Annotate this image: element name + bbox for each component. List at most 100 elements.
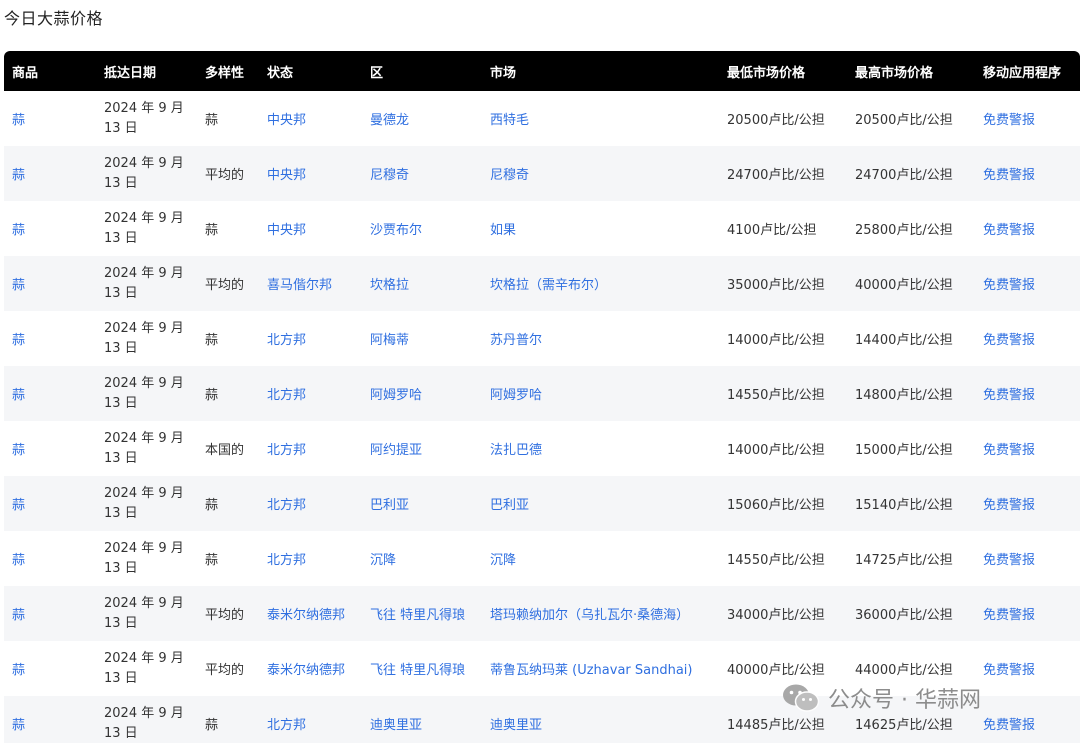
cell-variety: 蒜 (205, 388, 219, 403)
cell-arrival-date: 2024 年 9 月 13 日 (104, 485, 184, 521)
cell-commodity[interactable]: 蒜 (4, 311, 96, 366)
table-row: 蒜 2024 年 9 月 13 日蒜中央邦 曼德龙 西特毛 20500卢比/公担 2050… (4, 91, 1080, 146)
cell-min-price: 15060卢比/公担 (727, 498, 825, 513)
cell-market[interactable]: 法扎巴德 (482, 421, 719, 476)
cell-variety: 蒜 (205, 498, 219, 513)
cell-state[interactable]: 北方邦 (259, 531, 362, 586)
cell-variety: 蒜 (205, 553, 219, 568)
free-alert-link[interactable]: 免费警报 (975, 366, 1080, 421)
cell-min-price: 20500卢比/公担 (727, 113, 825, 128)
cell-min-price: 35000卢比/公担 (727, 278, 825, 293)
free-alert-link[interactable]: 免费警报 (975, 201, 1080, 256)
cell-commodity[interactable]: 蒜 (4, 91, 96, 146)
cell-market[interactable]: 巴利亚 (482, 476, 719, 531)
cell-state[interactable]: 北方邦 (259, 421, 362, 476)
cell-max-price: 36000卢比/公担 (855, 608, 953, 623)
cell-min-price: 14550卢比/公担 (727, 388, 825, 403)
cell-market[interactable]: 苏丹普尔 (482, 311, 719, 366)
cell-arrival-date: 2024 年 9 月 13 日 (104, 265, 184, 301)
cell-district[interactable]: 阿姆罗哈 (362, 366, 482, 421)
cell-state[interactable]: 喜马偕尔邦 (259, 256, 362, 311)
cell-state[interactable]: 中央邦 (259, 201, 362, 256)
cell-variety: 蒜 (205, 223, 219, 238)
cell-market[interactable]: 迪奥里亚 (482, 696, 719, 743)
cell-state[interactable]: 泰米尔纳德邦 (259, 641, 362, 696)
cell-commodity[interactable]: 蒜 (4, 586, 96, 641)
free-alert-link[interactable]: 免费警报 (975, 476, 1080, 531)
column-header-state: 状态 (267, 65, 294, 81)
cell-min-price: 14485卢比/公担 (727, 718, 825, 733)
cell-commodity[interactable]: 蒜 (4, 256, 96, 311)
cell-variety: 平均的 (205, 168, 245, 183)
free-alert-link[interactable]: 免费警报 (975, 531, 1080, 586)
cell-district[interactable]: 阿约提亚 (362, 421, 482, 476)
cell-arrival-date: 2024 年 9 月 13 日 (104, 540, 184, 576)
cell-arrival-date: 2024 年 9 月 13 日 (104, 375, 184, 411)
cell-commodity[interactable]: 蒜 (4, 421, 96, 476)
cell-arrival-date: 2024 年 9 月 13 日 (104, 320, 184, 356)
cell-arrival-date: 2024 年 9 月 13 日 (104, 155, 184, 191)
table-row: 蒜 2024 年 9 月 13 日蒜中央邦 沙贾布尔 如果 4100卢比/公担 25800… (4, 201, 1080, 256)
cell-market[interactable]: 西特毛 (482, 91, 719, 146)
cell-district[interactable]: 沉降 (362, 531, 482, 586)
free-alert-link[interactable]: 免费警报 (975, 641, 1080, 696)
cell-commodity[interactable]: 蒜 (4, 531, 96, 586)
cell-state[interactable]: 泰米尔纳德邦 (259, 586, 362, 641)
table-header-row: 商品 抵达日期 多样性 状态 区 市场 最低市场价格 最高市场价格 移动应用程序 (4, 51, 1080, 91)
cell-state[interactable]: 中央邦 (259, 146, 362, 201)
cell-market[interactable]: 阿姆罗哈 (482, 366, 719, 421)
cell-variety: 蒜 (205, 113, 219, 128)
cell-arrival-date: 2024 年 9 月 13 日 (104, 595, 184, 631)
cell-market[interactable]: 沉降 (482, 531, 719, 586)
cell-commodity[interactable]: 蒜 (4, 476, 96, 531)
cell-market[interactable]: 塔玛赖纳加尔（乌扎瓦尔·桑德海） (482, 586, 719, 641)
free-alert-link[interactable]: 免费警报 (975, 311, 1080, 366)
cell-state[interactable]: 北方邦 (259, 696, 362, 743)
free-alert-link[interactable]: 免费警报 (975, 421, 1080, 476)
cell-market[interactable]: 坎格拉（需辛布尔） (482, 256, 719, 311)
cell-max-price: 14625卢比/公担 (855, 718, 953, 733)
cell-commodity[interactable]: 蒜 (4, 696, 96, 743)
table-row: 蒜 2024 年 9 月 13 日 本国的 北方邦 阿约提亚 法扎巴德 14000卢比/公担… (4, 421, 1080, 476)
cell-district[interactable]: 阿梅蒂 (362, 311, 482, 366)
cell-commodity[interactable]: 蒜 (4, 201, 96, 256)
cell-district[interactable]: 飞往 特里凡得琅 (362, 586, 482, 641)
cell-market[interactable]: 尼穆奇 (482, 146, 719, 201)
free-alert-link[interactable]: 免费警报 (975, 696, 1080, 743)
cell-district[interactable]: 曼德龙 (362, 91, 482, 146)
table-row: 蒜 2024 年 9 月 13 日蒜北方邦 沉降 沉降 14550卢比/公担 14725卢… (4, 531, 1080, 586)
cell-commodity[interactable]: 蒜 (4, 366, 96, 421)
cell-arrival-date: 2024 年 9 月 13 日 (104, 430, 184, 466)
cell-district[interactable]: 坎格拉 (362, 256, 482, 311)
cell-district[interactable]: 沙贾布尔 (362, 201, 482, 256)
cell-max-price: 14800卢比/公担 (855, 388, 953, 403)
cell-state[interactable]: 北方邦 (259, 366, 362, 421)
column-header-mobile-app: 移动应用程序 (983, 65, 1062, 81)
column-header-min-price: 最低市场价格 (727, 65, 806, 81)
cell-market[interactable]: 如果 (482, 201, 719, 256)
cell-arrival-date: 2024 年 9 月 13 日 (104, 650, 184, 686)
cell-commodity[interactable]: 蒜 (4, 146, 96, 201)
free-alert-link[interactable]: 免费警报 (975, 146, 1080, 201)
cell-variety: 平均的 (205, 663, 245, 678)
cell-arrival-date: 2024 年 9 月 13 日 (104, 100, 184, 136)
cell-commodity[interactable]: 蒜 (4, 641, 96, 696)
cell-district[interactable]: 迪奥里亚 (362, 696, 482, 743)
cell-state[interactable]: 中央邦 (259, 91, 362, 146)
cell-arrival-date: 2024 年 9 月 13 日 (104, 210, 184, 246)
cell-district[interactable]: 尼穆奇 (362, 146, 482, 201)
free-alert-link[interactable]: 免费警报 (975, 586, 1080, 641)
cell-variety: 蒜 (205, 718, 219, 733)
cell-market[interactable]: 蒂鲁瓦纳玛莱 (Uzhavar Sandhai) (482, 641, 719, 696)
cell-state[interactable]: 北方邦 (259, 476, 362, 531)
cell-variety: 蒜 (205, 333, 219, 348)
free-alert-link[interactable]: 免费警报 (975, 256, 1080, 311)
free-alert-link[interactable]: 免费警报 (975, 91, 1080, 146)
cell-district[interactable]: 飞往 特里凡得琅 (362, 641, 482, 696)
cell-max-price: 15140卢比/公担 (855, 498, 953, 513)
cell-state[interactable]: 北方邦 (259, 311, 362, 366)
cell-min-price: 14000卢比/公担 (727, 443, 825, 458)
cell-arrival-date: 2024 年 9 月 13 日 (104, 705, 184, 741)
cell-district[interactable]: 巴利亚 (362, 476, 482, 531)
column-header-arrival-date: 抵达日期 (104, 65, 157, 81)
